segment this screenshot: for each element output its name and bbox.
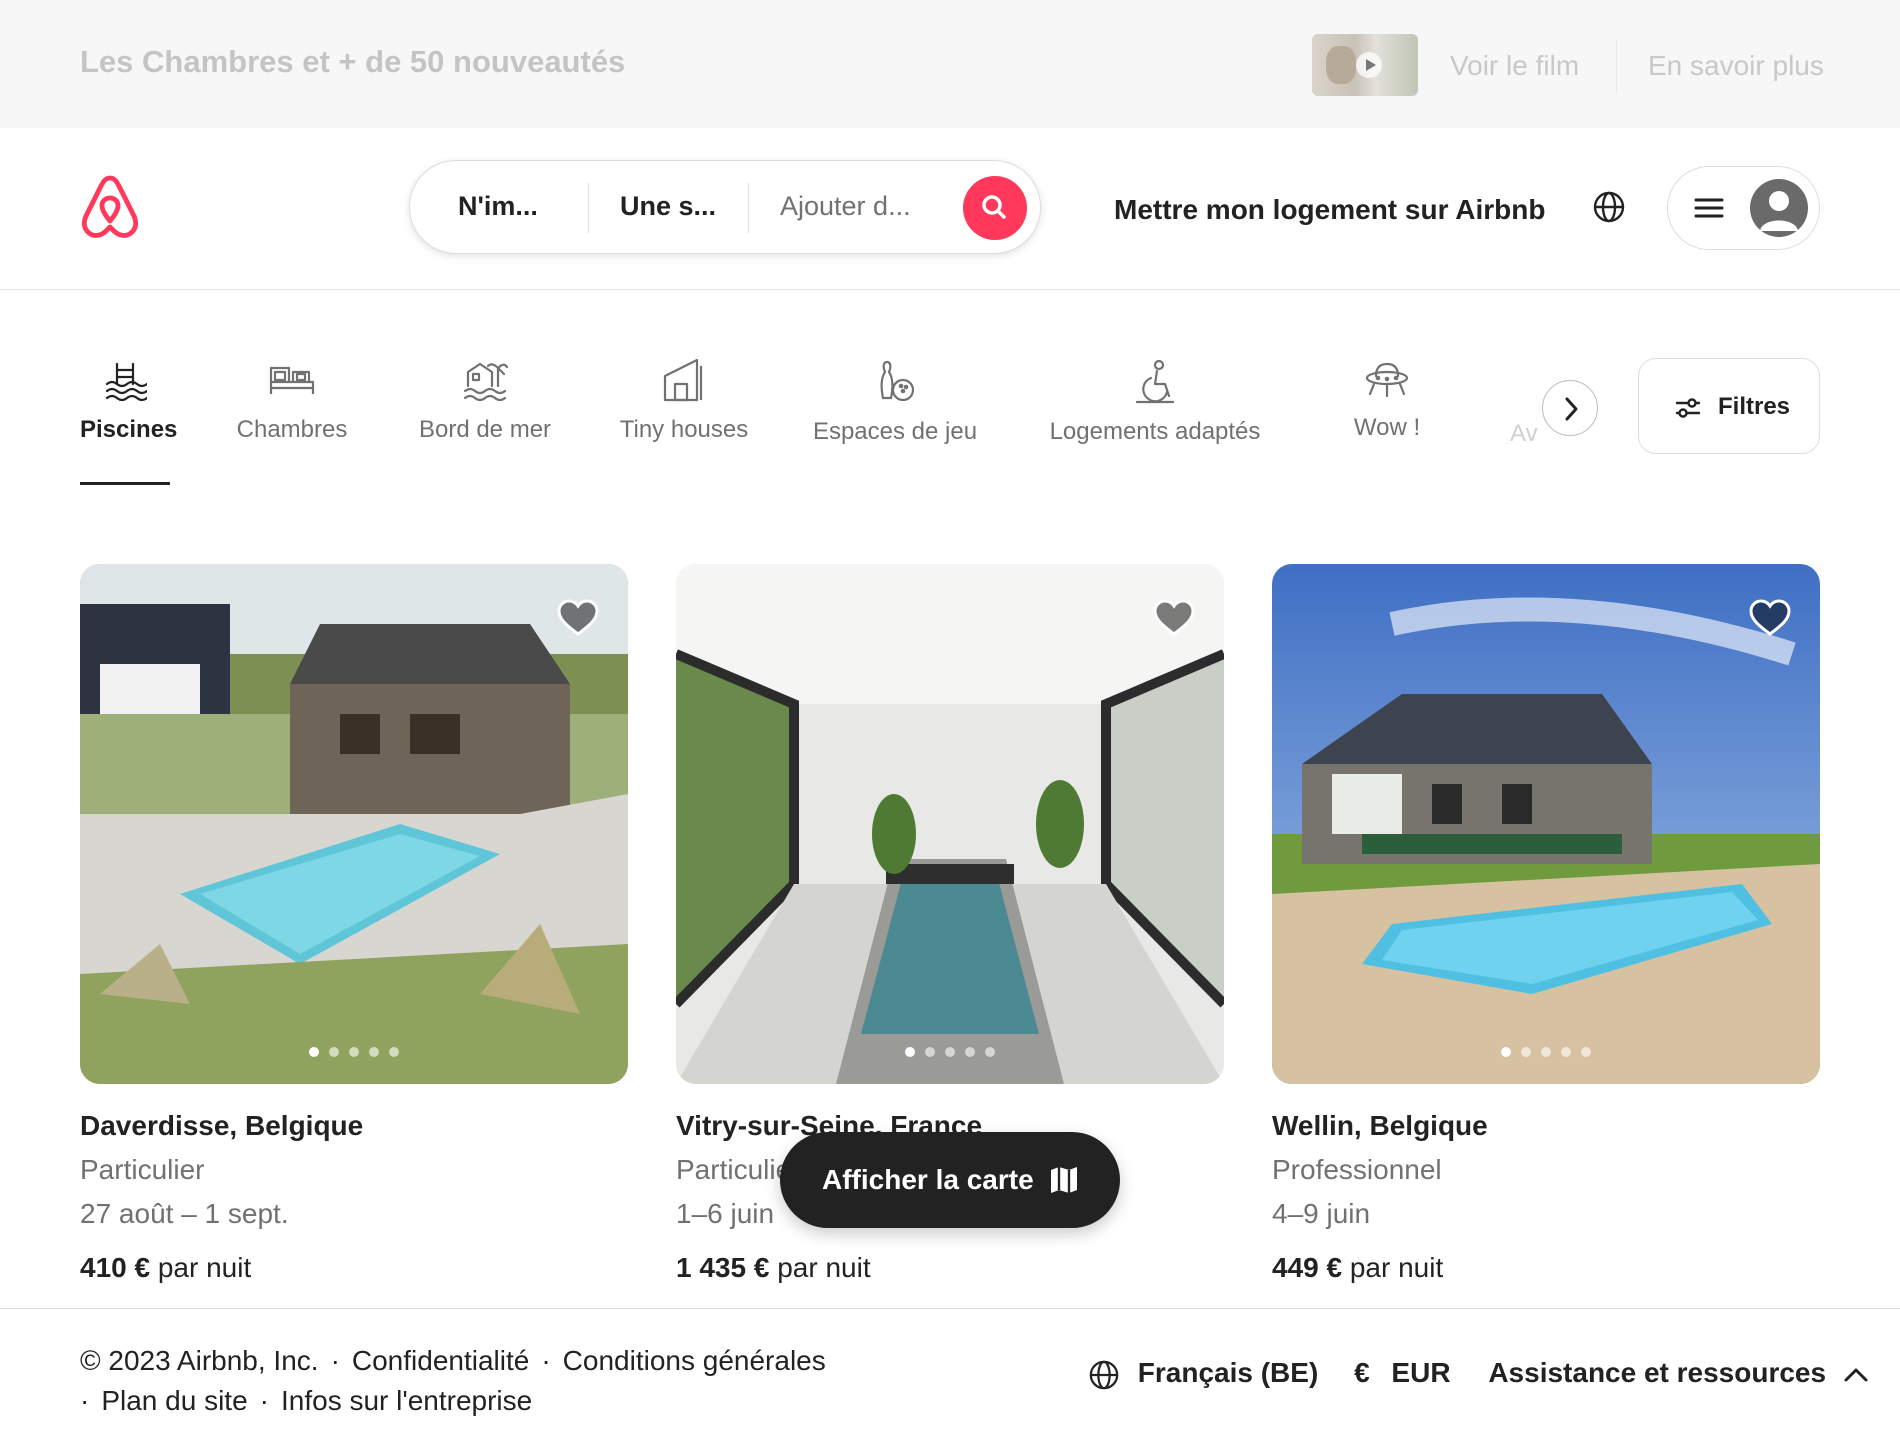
listing-price-suffix: par nuit	[777, 1252, 871, 1283]
active-category-indicator	[80, 482, 170, 485]
listing-price-amount: 1 435 €	[676, 1252, 770, 1283]
chevron-right-icon	[1565, 397, 1578, 421]
listing-card[interactable]: Wellin, Belgique Professionnel 4–9 juin …	[1272, 564, 1820, 1284]
wishlist-heart-icon[interactable]	[1152, 598, 1196, 638]
user-menu-button[interactable]	[1667, 166, 1820, 250]
search-destination[interactable]: N'im...	[458, 191, 538, 222]
category-label: Espaces de jeu	[812, 418, 978, 445]
user-avatar-icon	[1760, 191, 1798, 231]
filter-sliders-icon	[1675, 398, 1701, 418]
watch-film-link[interactable]: Voir le film	[1450, 50, 1579, 82]
category-pools[interactable]: Piscines	[80, 358, 178, 444]
photo-carousel-dots	[80, 1044, 628, 1062]
header: N'im... Une s... Ajouter d... Mettre mon…	[0, 128, 1900, 290]
category-scroll-next-button[interactable]	[1542, 380, 1598, 436]
footer: © 2023 Airbnb, Inc. · Confidentialité · Cond…	[0, 1308, 1900, 1429]
listing-host-type: Professionnel	[1272, 1154, 1442, 1185]
search-bar[interactable]: N'im... Une s... Ajouter d...	[409, 160, 1041, 254]
listing-location: Wellin, Belgique	[1272, 1110, 1488, 1141]
category-beachfront[interactable]: Bord de mer	[412, 358, 558, 444]
category-label: Tiny houses	[619, 416, 749, 443]
category-label: Logements adaptés	[1049, 418, 1261, 445]
search-dates[interactable]: Une s...	[620, 191, 716, 222]
footer-currency[interactable]: EUR	[1391, 1357, 1450, 1388]
host-your-home-link[interactable]: Mettre mon logement sur Airbnb	[1114, 194, 1545, 226]
language-globe-icon[interactable]	[1592, 190, 1626, 224]
wishlist-heart-icon[interactable]	[556, 598, 600, 638]
footer-copyright: © 2023 Airbnb, Inc.	[80, 1345, 319, 1376]
category-tiny-houses[interactable]: Tiny houses	[617, 358, 751, 444]
listing-photo[interactable]	[80, 564, 628, 1084]
pool-icon	[105, 362, 147, 402]
play-icon	[1356, 52, 1382, 78]
category-wow[interactable]: Wow !	[1347, 358, 1427, 442]
footer-link-terms[interactable]: Conditions générales	[563, 1341, 826, 1381]
search-divider	[748, 183, 749, 233]
photo-carousel-dots	[1272, 1044, 1820, 1062]
show-map-button[interactable]: Afficher la carte	[780, 1132, 1120, 1228]
listing-price: 410 € par nuit	[80, 1252, 628, 1284]
search-button[interactable]	[963, 176, 1027, 240]
listing-photo[interactable]	[1272, 564, 1820, 1084]
promo-title: Les Chambres et + de 50 nouveautés	[80, 44, 626, 79]
listing-price: 1 435 € par nuit	[676, 1252, 1224, 1284]
learn-more-link[interactable]: En savoir plus	[1648, 50, 1824, 82]
beachfront-icon	[463, 362, 508, 402]
accessible-icon	[1135, 359, 1175, 404]
hamburger-menu-icon	[1694, 198, 1724, 218]
category-bar: Piscines Chambres Bord de mer Tiny house…	[0, 290, 1900, 490]
listing-price-suffix: par nuit	[157, 1252, 252, 1283]
wishlist-heart-icon[interactable]	[1748, 598, 1792, 638]
category-label: Piscines	[80, 416, 178, 443]
promo-divider	[1616, 40, 1617, 92]
thumbnail-face	[1326, 46, 1356, 84]
show-map-label: Afficher la carte	[822, 1164, 1034, 1195]
category-adapted-homes[interactable]: Logements adaptés	[1040, 358, 1270, 446]
listing-photo-image	[676, 564, 1224, 1084]
category-rooms[interactable]: Chambres	[232, 358, 352, 444]
listing-price-amount: 410 €	[80, 1252, 151, 1283]
photo-carousel-dots	[676, 1044, 1224, 1062]
category-play-spaces[interactable]: Espaces de jeu	[811, 358, 979, 446]
listing-photo-image	[1272, 564, 1820, 1084]
listing-price: 449 € par nuit	[1272, 1252, 1820, 1284]
chevron-up-icon[interactable]	[1842, 1365, 1870, 1385]
promo-banner: Les Chambres et + de 50 nouveautés Voir …	[0, 0, 1900, 128]
listing-photo[interactable]	[676, 564, 1224, 1084]
category-label: Wow !	[1353, 414, 1421, 441]
tiny-house-icon	[663, 358, 703, 402]
listing-card[interactable]: Daverdisse, Belgique Particulier 27 août…	[80, 564, 628, 1284]
footer-language[interactable]: Français (BE)	[1138, 1357, 1319, 1388]
category-partial-label: Av	[1510, 420, 1538, 447]
footer-links: © 2023 Airbnb, Inc. · Confidentialité · Cond…	[80, 1341, 826, 1421]
listing-photo-image	[80, 564, 628, 1084]
ufo-icon	[1365, 362, 1409, 398]
category-label: Bord de mer	[418, 416, 552, 443]
listing-host-type: Particulier	[80, 1154, 205, 1185]
footer-link-sitemap[interactable]: Plan du site	[101, 1381, 247, 1421]
footer-support[interactable]: Assistance et ressources	[1488, 1357, 1826, 1388]
bowling-icon	[880, 360, 915, 402]
footer-currency-symbol[interactable]: €	[1354, 1357, 1370, 1388]
search-guests[interactable]: Ajouter d...	[780, 191, 911, 222]
footer-link-company[interactable]: Infos sur l'entreprise	[281, 1381, 532, 1421]
map-icon	[1051, 1167, 1077, 1193]
filters-button[interactable]: Filtres	[1638, 358, 1820, 454]
listing-dates: 4–9 juin	[1272, 1198, 1371, 1229]
listing-price-suffix: par nuit	[1349, 1252, 1444, 1283]
footer-settings: Français (BE) € EUR Assistance et ressou…	[1088, 1357, 1870, 1391]
airbnb-logo-icon[interactable]	[78, 174, 142, 242]
promo-video-thumbnail[interactable]	[1312, 34, 1418, 96]
bed-icon	[269, 366, 315, 394]
listing-location: Daverdisse, Belgique	[80, 1110, 364, 1141]
search-divider	[588, 183, 589, 233]
category-label: Chambres	[236, 416, 348, 443]
listing-price-amount: 449 €	[1272, 1252, 1343, 1283]
avatar	[1750, 179, 1808, 237]
search-icon	[982, 195, 1006, 219]
filters-label: Filtres	[1718, 393, 1791, 420]
footer-globe-icon	[1089, 1360, 1119, 1389]
footer-link-privacy[interactable]: Confidentialité	[352, 1341, 529, 1381]
listing-dates: 27 août – 1 sept.	[80, 1198, 289, 1229]
